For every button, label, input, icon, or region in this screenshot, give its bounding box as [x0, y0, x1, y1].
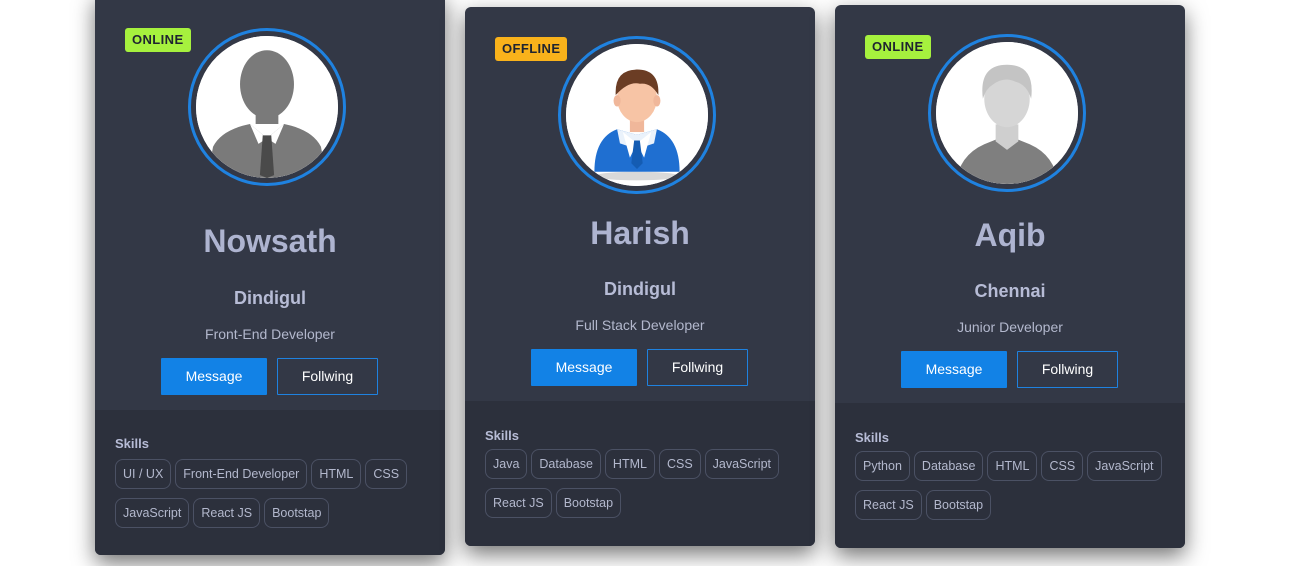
profile-card: ONLINE Aqib Chennai Junior Developer Mes…: [835, 5, 1185, 548]
skills-section: Skills Java Database HTML CSS JavaScript Reac…: [465, 401, 815, 546]
skill-tag: JavaScript: [1087, 451, 1162, 481]
message-button[interactable]: Message: [531, 349, 637, 386]
skill-tag: CSS: [658, 449, 701, 479]
user-silhouette-tie-icon: [196, 36, 338, 178]
skill-tag: React JS: [485, 488, 552, 518]
status-badge: OFFLINE: [495, 37, 568, 61]
following-button[interactable]: Follwing: [647, 349, 748, 386]
businessman-avatar-icon: [566, 44, 708, 186]
skill-tag: React JS: [193, 498, 261, 528]
card-header: ONLINE Nowsath Dindigul Front-End Develo…: [95, 0, 445, 410]
avatar: [188, 28, 346, 186]
skill-tag: Bootstap: [925, 490, 992, 520]
skills-heading: Skills: [485, 428, 519, 443]
card-header: OFFLINE Harish Dindigul Full Stack Devel…: [465, 7, 815, 401]
profile-role: Front-End Developer: [205, 326, 335, 342]
skill-tag: Python: [855, 451, 910, 481]
skills-heading: Skills: [855, 430, 889, 445]
user-silhouette-grey-icon: [936, 42, 1078, 184]
skill-tag: Bootstap: [555, 488, 622, 518]
skills-section: Skills Python Database HTML CSS JavaScript Re…: [835, 403, 1185, 548]
profile-role: Junior Developer: [957, 319, 1063, 335]
skill-tag: Bootstap: [264, 498, 330, 528]
skill-tag: UI / UX: [115, 459, 172, 489]
skill-tag: JavaScript: [704, 449, 780, 479]
skill-tag: CSS: [1041, 451, 1084, 481]
skill-tag: CSS: [365, 459, 408, 489]
skill-tag: HTML: [311, 459, 362, 489]
skills-section: Skills UI / UX Front-End Developer HTML CSS…: [95, 410, 445, 555]
message-button[interactable]: Message: [901, 351, 1007, 388]
profile-name: Aqib: [974, 217, 1046, 253]
skills-list: Java Database HTML CSS JavaScript React JS Boo…: [485, 449, 805, 527]
message-button[interactable]: Message: [161, 358, 267, 395]
avatar: [558, 36, 716, 194]
profile-city: Dindigul: [604, 279, 676, 299]
status-badge: ONLINE: [865, 35, 931, 59]
card-header: ONLINE Aqib Chennai Junior Developer Mes…: [835, 5, 1185, 403]
profile-city: Chennai: [974, 281, 1046, 301]
following-button[interactable]: Follwing: [277, 358, 378, 395]
profile-role: Full Stack Developer: [575, 317, 705, 333]
skill-tag: HTML: [604, 449, 655, 479]
skills-list: Python Database HTML CSS JavaScript React JS B…: [855, 451, 1175, 529]
profile-name: Harish: [590, 215, 690, 251]
skill-tag: JavaScript: [115, 498, 190, 528]
profile-name: Nowsath: [203, 223, 337, 259]
skill-tag: Java: [485, 449, 528, 479]
profile-city: Dindigul: [234, 288, 306, 308]
skills-heading: Skills: [115, 436, 149, 451]
following-button[interactable]: Follwing: [1017, 351, 1118, 388]
profile-card: ONLINE Nowsath Dindigul Front-End Develo…: [95, 0, 445, 555]
skill-tag: Database: [531, 449, 601, 479]
skill-tag: Database: [913, 451, 984, 481]
avatar: [928, 34, 1086, 192]
skill-tag: HTML: [987, 451, 1038, 481]
skill-tag: Front-End Developer: [175, 459, 308, 489]
status-badge: ONLINE: [125, 28, 191, 52]
skills-list: UI / UX Front-End Developer HTML CSS JavaScr…: [115, 459, 435, 537]
skill-tag: React JS: [855, 490, 922, 520]
profile-card: OFFLINE Harish Dindigul Full Stack Devel…: [465, 7, 815, 546]
